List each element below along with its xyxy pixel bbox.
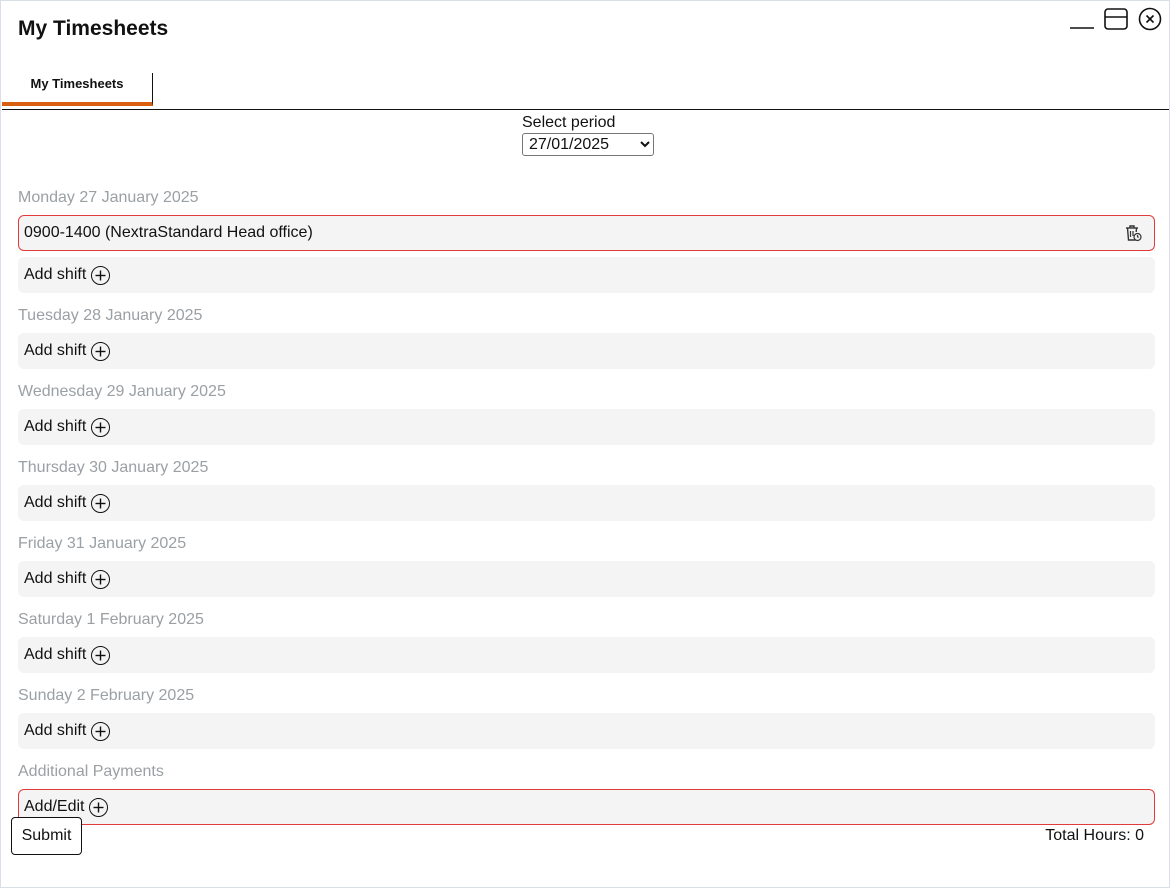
minimize-button[interactable]	[1069, 7, 1095, 31]
day-heading: Saturday 1 February 2025	[18, 611, 204, 628]
plus-circle-icon[interactable]	[91, 569, 111, 589]
delete-shift-button[interactable]	[1122, 222, 1144, 244]
day-heading: Thursday 30 January 2025	[18, 459, 209, 476]
tab-bar: My Timesheets	[2, 61, 1169, 110]
close-button[interactable]	[1137, 7, 1163, 31]
add-shift-label: Add shift	[24, 494, 87, 511]
add-shift-label: Add shift	[24, 342, 87, 359]
maximize-icon	[1104, 8, 1128, 30]
plus-circle-icon[interactable]	[91, 721, 111, 741]
plus-circle-icon[interactable]	[91, 417, 111, 437]
period-label: Select period	[522, 114, 616, 131]
window-title: My Timesheets	[18, 17, 169, 40]
add-shift-label: Add shift	[24, 266, 87, 283]
tab-my-timesheets[interactable]: My Timesheets	[2, 73, 153, 106]
add-shift-label: Add shift	[24, 722, 87, 739]
plus-circle-icon[interactable]	[89, 797, 109, 817]
day-heading: Monday 27 January 2025	[18, 189, 199, 206]
plus-circle-icon[interactable]	[91, 493, 111, 513]
plus-circle-icon[interactable]	[91, 341, 111, 361]
add-shift-row[interactable]: Add shift	[18, 333, 1155, 369]
add-shift-row[interactable]: Add shift	[18, 637, 1155, 673]
shift-text: 0900-1400 (NextraStandard Head office)	[24, 224, 313, 241]
additional-payments-heading: Additional Payments	[18, 763, 164, 780]
days-list: Monday 27 January 2025 0900-1400 (Nextra…	[18, 181, 1155, 831]
add-shift-row[interactable]: Add shift	[18, 561, 1155, 597]
add-shift-label: Add shift	[24, 418, 87, 435]
add-shift-row[interactable]: Add shift	[18, 485, 1155, 521]
trash-icon	[1126, 225, 1142, 242]
plus-circle-icon[interactable]	[91, 265, 111, 285]
maximize-button[interactable]	[1103, 7, 1129, 31]
window-controls	[1069, 7, 1163, 31]
period-select[interactable]: 27/01/2025	[522, 133, 654, 156]
plus-circle-icon[interactable]	[91, 645, 111, 665]
period-selector: Select period 27/01/2025	[522, 114, 662, 156]
add-shift-row[interactable]: Add shift	[18, 257, 1155, 293]
timesheet-window: My Timesheets My Timesheets Select perio…	[0, 0, 1170, 888]
day-heading: Friday 31 January 2025	[18, 535, 187, 552]
shift-row[interactable]: 0900-1400 (NextraStandard Head office)	[18, 215, 1155, 251]
add-shift-row[interactable]: Add shift	[18, 409, 1155, 445]
add-shift-label: Add shift	[24, 570, 87, 587]
add-shift-label: Add shift	[24, 646, 87, 663]
additional-payments-row[interactable]: Add/Edit	[18, 789, 1155, 825]
add-shift-row[interactable]: Add shift	[18, 713, 1155, 749]
add-edit-label: Add/Edit	[24, 798, 85, 815]
total-hours: Total Hours: 0	[1045, 827, 1144, 844]
day-heading: Sunday 2 February 2025	[18, 687, 195, 704]
day-heading: Wednesday 29 January 2025	[18, 383, 226, 400]
minimize-icon	[1070, 27, 1094, 29]
close-icon	[1138, 7, 1162, 31]
day-heading: Tuesday 28 January 2025	[18, 307, 203, 324]
submit-button[interactable]: Submit	[11, 817, 82, 855]
